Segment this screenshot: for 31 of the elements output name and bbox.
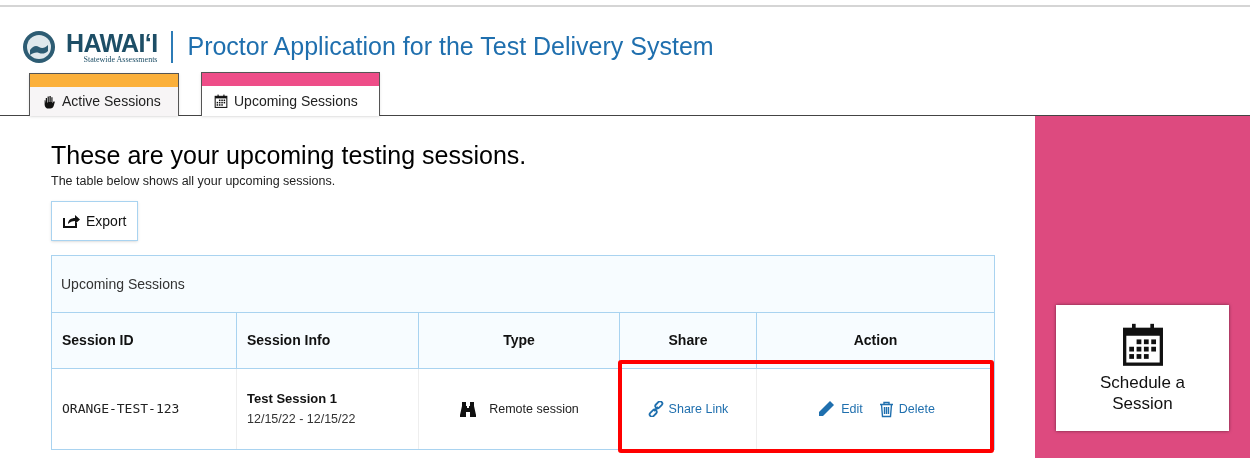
export-icon xyxy=(63,214,80,228)
session-dates: 12/15/22 - 12/15/22 xyxy=(247,411,357,429)
link-icon xyxy=(647,401,664,417)
column-header: Type xyxy=(418,313,619,369)
delete-link[interactable]: Delete xyxy=(878,399,935,419)
logo-wordmark: HAWAI‘I xyxy=(66,30,158,56)
column-header: Session ID xyxy=(52,313,236,369)
session-tab[interactable]: Active Sessions xyxy=(29,73,179,116)
trash-icon xyxy=(878,400,894,418)
table-caption: Upcoming Sessions xyxy=(52,256,994,313)
pencil-icon xyxy=(816,399,837,419)
binoculars-icon xyxy=(459,400,478,418)
calendar-icon xyxy=(214,94,228,108)
column-header: Session Info xyxy=(236,313,418,369)
page-heading: These are your upcoming testing sessions. xyxy=(51,140,528,171)
schedule-session-button[interactable]: Schedule a Session xyxy=(1056,305,1229,431)
app-title: Proctor Application for the Test Delivery System xyxy=(187,31,714,63)
column-header: Share xyxy=(619,313,756,369)
session-id-cell-text: ORANGE-TEST-123 xyxy=(61,400,181,419)
calendar-icon xyxy=(1120,321,1165,366)
column-header: Action xyxy=(756,313,994,369)
logo-tagline: Statewide Assessments xyxy=(83,55,158,64)
session-name: Test Session 1 xyxy=(247,389,339,408)
page-subheading: The table below shows all your upcoming sessions. xyxy=(51,173,337,191)
session-tab[interactable]: Upcoming Sessions xyxy=(201,72,380,116)
session-type: Remote session xyxy=(489,400,579,418)
export-button[interactable]: Export xyxy=(51,201,139,241)
hand-icon xyxy=(42,94,56,109)
seal-logo-icon xyxy=(22,30,56,64)
edit-link[interactable]: Edit xyxy=(816,399,863,419)
share-link[interactable]: Share Link xyxy=(647,399,729,419)
